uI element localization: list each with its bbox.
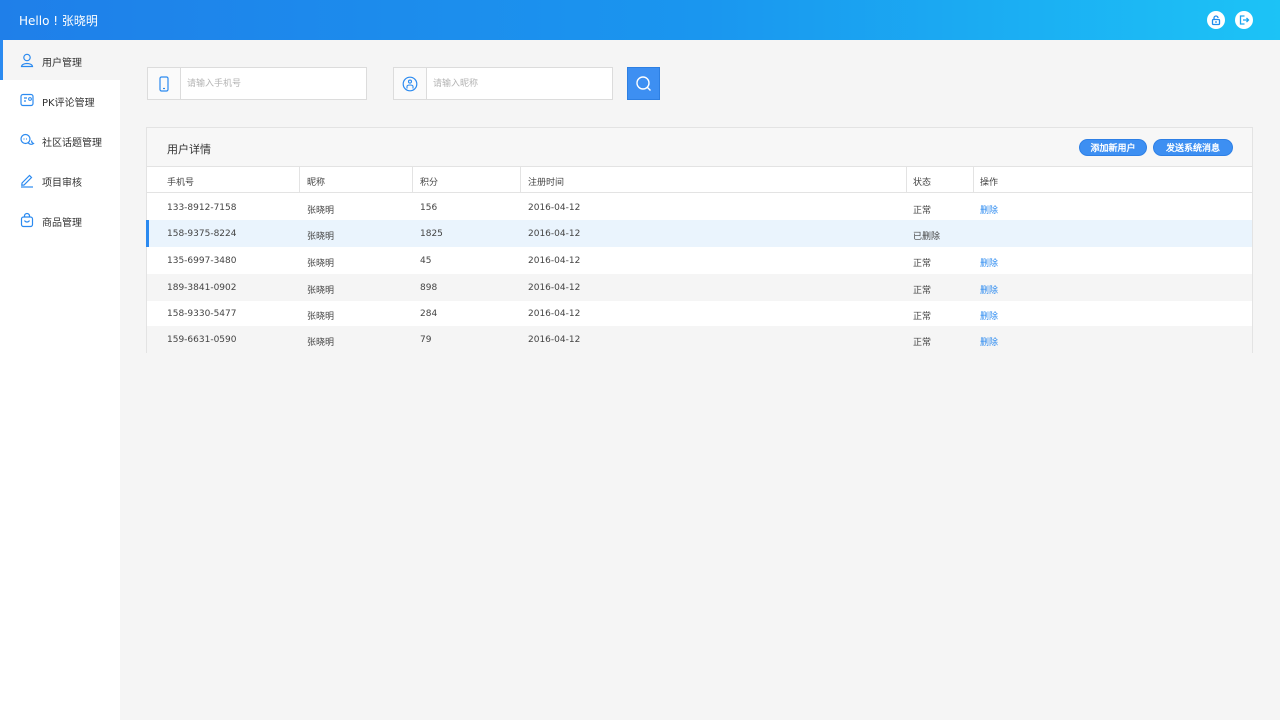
search-button[interactable] — [627, 67, 660, 100]
phone-search-field — [147, 67, 367, 100]
panel-header: 用户详情 添加新用户 发送系统消息 — [147, 128, 1252, 167]
panel-title: 用户详情 — [167, 143, 211, 156]
delete-link[interactable]: 删除 — [980, 283, 998, 296]
cell-registered: 2016-04-12 — [528, 283, 581, 293]
cell-status: 正常 — [913, 338, 932, 348]
cell-registered: 2016-04-12 — [528, 309, 581, 319]
sidebar-item-label: 商品管理 — [42, 218, 82, 229]
cell-points: 79 — [420, 335, 432, 345]
cell-nickname: 张晓明 — [307, 286, 335, 296]
cell-phone: 158-9375-8224 — [167, 229, 237, 239]
add-user-button[interactable]: 添加新用户 — [1079, 139, 1147, 156]
chat-icon — [20, 133, 35, 145]
cell-registered: 2016-04-12 — [528, 335, 581, 345]
sidebar-item-label: 项目审核 — [42, 178, 82, 189]
cell-nickname: 张晓明 — [307, 338, 335, 348]
cell-phone: 133-8912-7158 — [167, 203, 237, 213]
bag-icon — [20, 212, 34, 228]
cell-status: 正常 — [913, 206, 932, 216]
user-details-panel: 用户详情 添加新用户 发送系统消息 手机号 昵称 积分 注册时间 状态 操作 1… — [146, 127, 1253, 353]
cell-phone: 158-9330-5477 — [167, 309, 237, 319]
table-header: 手机号 昵称 积分 注册时间 状态 操作 — [147, 167, 1252, 193]
phone-icon — [148, 68, 181, 99]
cell-points: 898 — [420, 283, 438, 293]
top-header: Hello ! 张晓明 — [0, 0, 1280, 40]
cell-points: 45 — [420, 256, 432, 266]
sidebar-item-label: 社区话题管理 — [42, 138, 102, 149]
table-row[interactable]: 133-8912-7158 张晓明 156 2016-04-12 正常 删除 — [147, 194, 1252, 221]
cell-phone: 159-6631-0590 — [167, 335, 237, 345]
cell-points: 284 — [420, 309, 438, 319]
sidebar-item-community-topics[interactable]: 社区话题管理 — [0, 120, 120, 160]
logout-icon[interactable] — [1235, 11, 1253, 29]
cell-status: 正常 — [913, 312, 932, 322]
cell-nickname: 张晓明 — [307, 312, 335, 322]
table-row[interactable]: 158-9330-5477 张晓明 284 2016-04-12 正常 删除 — [147, 300, 1252, 327]
column-header-action: 操作 — [973, 167, 998, 193]
sidebar-item-pk-comments[interactable]: PK评论管理 — [0, 80, 120, 120]
pencil-icon — [21, 174, 33, 188]
cell-points: 1825 — [420, 229, 443, 239]
phone-input[interactable] — [181, 68, 366, 99]
cell-nickname: 张晓明 — [307, 232, 335, 242]
user-icon — [20, 53, 34, 68]
delete-link[interactable]: 删除 — [980, 335, 998, 348]
delete-link[interactable]: 删除 — [980, 256, 998, 269]
table-row[interactable]: 159-6631-0590 张晓明 79 2016-04-12 正常 删除 — [147, 326, 1252, 353]
person-icon — [394, 68, 427, 99]
cell-phone: 189-3841-0902 — [167, 283, 237, 293]
cell-registered: 2016-04-12 — [528, 229, 581, 239]
cell-nickname: 张晓明 — [307, 206, 335, 216]
sidebar-item-label: PK评论管理 — [42, 98, 95, 109]
cell-nickname: 张晓明 — [307, 259, 335, 269]
search-icon — [635, 75, 651, 91]
cell-points: 156 — [420, 203, 438, 213]
send-system-message-button[interactable]: 发送系统消息 — [1153, 139, 1233, 156]
column-header-nickname: 昵称 — [299, 167, 325, 193]
column-header-status: 状态 — [906, 167, 931, 193]
column-header-registered: 注册时间 — [520, 167, 564, 193]
sidebar: 用户管理 PK评论管理 社区话题管理 项目审核 商品管理 — [0, 40, 120, 720]
cell-registered: 2016-04-12 — [528, 256, 581, 266]
sidebar-item-label: 用户管理 — [42, 58, 82, 69]
cell-status: 正常 — [913, 286, 932, 296]
column-header-points: 积分 — [412, 167, 438, 193]
cell-registered: 2016-04-12 — [528, 203, 581, 213]
lock-icon[interactable] — [1207, 11, 1225, 29]
cell-status: 正常 — [913, 259, 932, 269]
table-row[interactable]: 135-6997-3480 张晓明 45 2016-04-12 正常 删除 — [147, 247, 1252, 274]
nickname-input[interactable] — [427, 68, 612, 99]
sidebar-item-product-management[interactable]: 商品管理 — [0, 200, 120, 240]
cell-status: 已删除 — [913, 232, 941, 242]
pk-icon — [20, 93, 34, 107]
delete-link[interactable]: 删除 — [980, 309, 998, 322]
delete-link[interactable]: 删除 — [980, 203, 998, 216]
column-header-phone: 手机号 — [167, 178, 195, 188]
cell-phone: 135-6997-3480 — [167, 256, 237, 266]
sidebar-item-user-management[interactable]: 用户管理 — [0, 40, 120, 80]
table-row[interactable]: 189-3841-0902 张晓明 898 2016-04-12 正常 删除 — [147, 274, 1252, 301]
nickname-search-field — [393, 67, 613, 100]
sidebar-item-project-review[interactable]: 项目审核 — [0, 160, 120, 200]
table-row[interactable]: 158-9375-8224 张晓明 1825 2016-04-12 已删除 — [146, 220, 1252, 247]
greeting-text: Hello ! 张晓明 — [19, 14, 98, 28]
